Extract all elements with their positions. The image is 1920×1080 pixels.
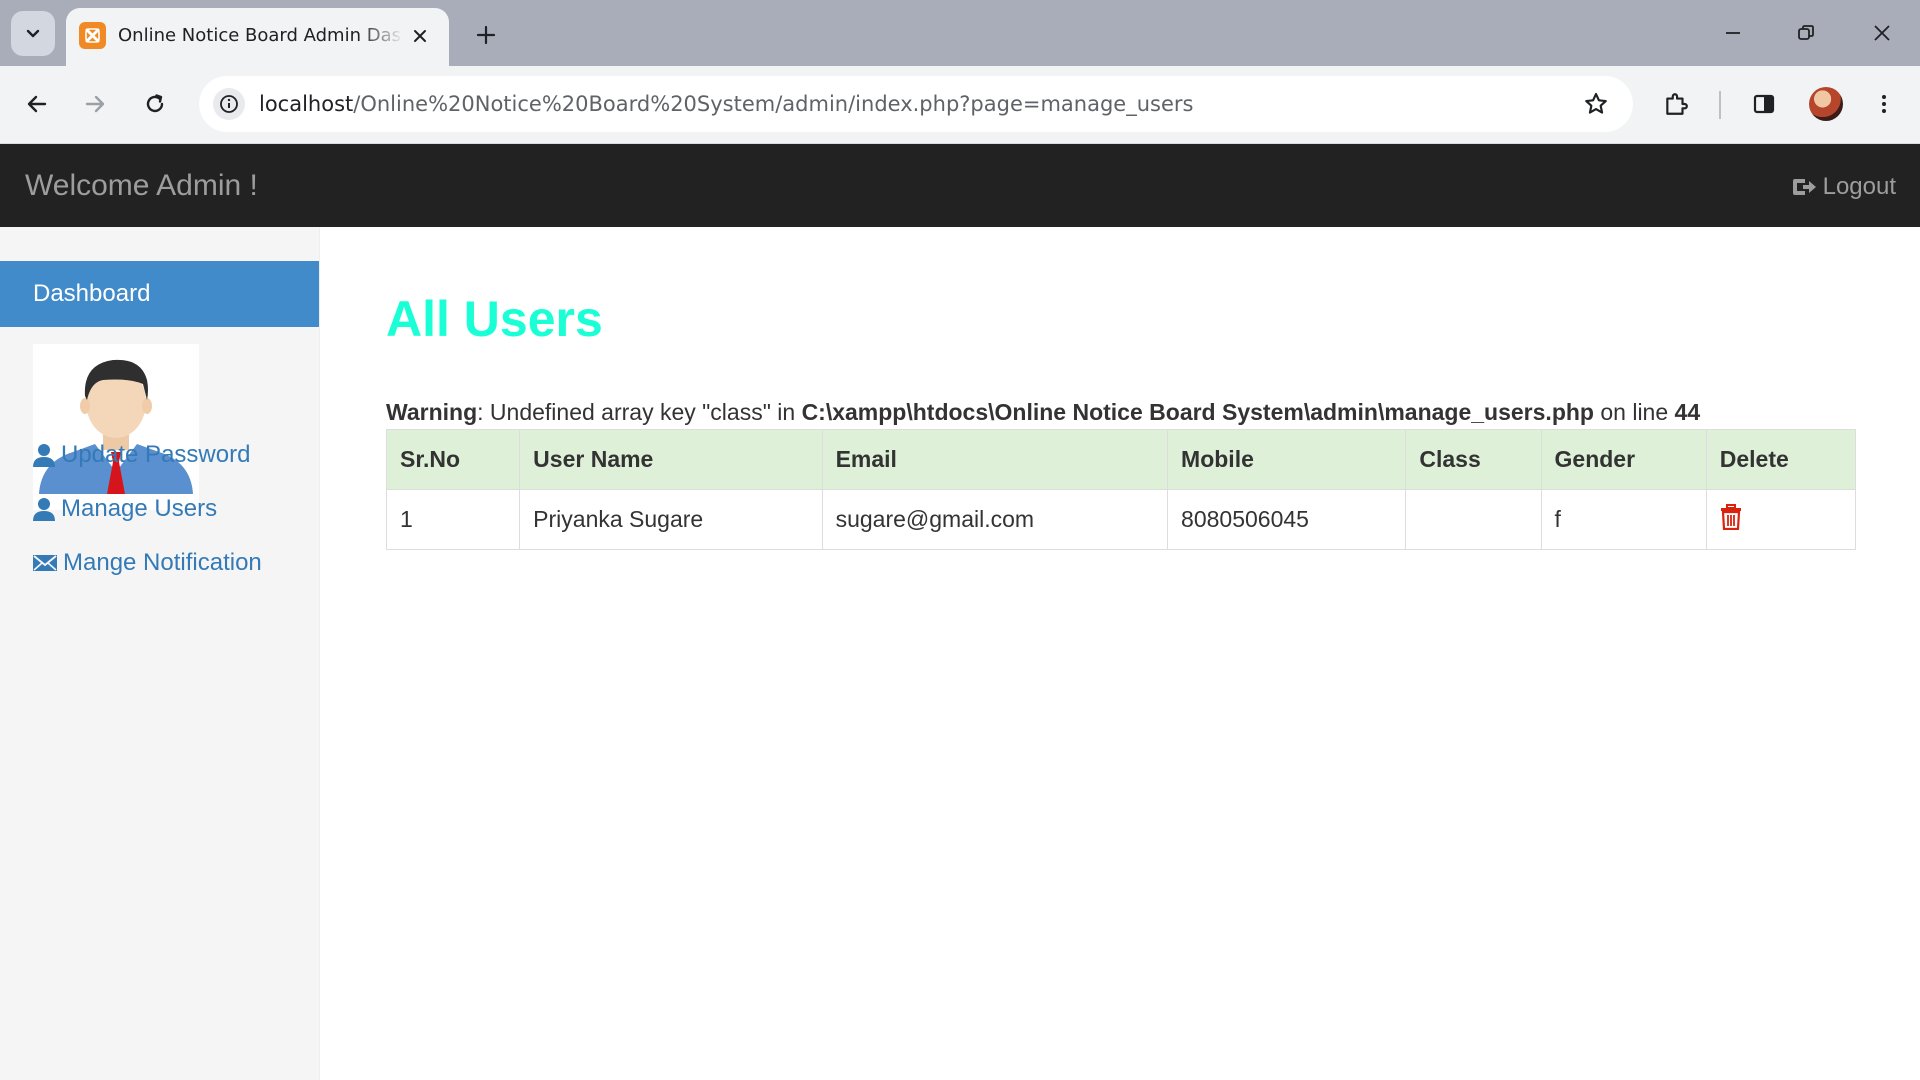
- cell-class: [1405, 489, 1542, 550]
- sidebar-item-manage-notification[interactable]: Mange Notification: [33, 548, 262, 578]
- xampp-favicon-icon: [79, 22, 106, 49]
- column-header: Class: [1405, 429, 1542, 490]
- forward-button[interactable]: [74, 83, 116, 125]
- column-header: User Name: [519, 429, 823, 490]
- url-host: localhost: [259, 92, 354, 116]
- cell-gender: f: [1540, 489, 1707, 550]
- reload-icon: [146, 94, 164, 113]
- cell-delete: [1705, 489, 1857, 550]
- close-window-button[interactable]: [1857, 10, 1907, 56]
- sidebar-item-label: Update Password: [61, 441, 251, 468]
- sidebar-item-manage-users[interactable]: Manage Users: [33, 494, 217, 524]
- back-button[interactable]: [16, 83, 58, 125]
- browser-menu-button[interactable]: [1863, 83, 1905, 125]
- restore-button[interactable]: [1781, 10, 1831, 56]
- minimize-button[interactable]: [1708, 10, 1758, 56]
- url-text[interactable]: localhost/Online%20Notice%20Board%20Syst…: [259, 90, 1193, 118]
- logout-icon: [1792, 179, 1816, 195]
- warning-prefix: Warning: [386, 399, 478, 425]
- logout-label: Logout: [1822, 173, 1896, 200]
- cell-email: sugare@gmail.com: [821, 489, 1169, 550]
- arrow-left-icon: [27, 95, 47, 113]
- new-tab-button[interactable]: [466, 15, 506, 55]
- site-info-icon[interactable]: [213, 88, 245, 120]
- warning-file-path: C:\xampp\htdocs\Online Notice Board Syst…: [801, 399, 1594, 425]
- side-panel-icon: [1753, 94, 1775, 114]
- close-tab-icon[interactable]: [407, 23, 433, 49]
- browser-toolbar: localhost/Online%20Notice%20Board%20Syst…: [0, 66, 1920, 144]
- cell-user-name: Priyanka Sugare: [519, 489, 823, 550]
- column-header: Gender: [1540, 429, 1707, 490]
- user-icon: [33, 444, 55, 467]
- side-panel-button[interactable]: [1743, 83, 1785, 125]
- profile-avatar[interactable]: [1809, 87, 1843, 121]
- arrow-right-icon: [85, 95, 105, 113]
- sidebar-item-label: Mange Notification: [63, 549, 262, 576]
- column-header: Delete: [1705, 429, 1857, 490]
- tab-title: Online Notice Board Admin Dashboard: [118, 25, 403, 46]
- more-vertical-icon: [1882, 95, 1886, 113]
- logout-link[interactable]: Logout: [1791, 172, 1896, 202]
- cell-mobile: 8080506045: [1167, 489, 1407, 550]
- restore-icon: [1798, 25, 1814, 40]
- admin-profile-image: [33, 344, 199, 510]
- address-bar[interactable]: localhost/Online%20Notice%20Board%20Syst…: [199, 76, 1633, 132]
- bookmark-star-icon[interactable]: [1581, 89, 1611, 119]
- app-navbar: Welcome Admin ! Logout: [0, 144, 1920, 227]
- warning-message: : Undefined array key "class" in: [477, 399, 802, 425]
- minimize-icon: [1726, 32, 1740, 34]
- extensions-button[interactable]: [1655, 83, 1697, 125]
- trash-icon[interactable]: [1720, 503, 1742, 530]
- browser-tab-strip: Online Notice Board Admin Dashboard: [0, 0, 1920, 66]
- table-row: 1 Priyanka Sugare sugare@gmail.com 80805…: [385, 489, 1857, 550]
- warning-line-number: 44: [1674, 399, 1701, 425]
- url-path: /Online%20Notice%20Board%20System/admin/…: [353, 92, 1194, 116]
- warning-on-line: on line: [1593, 399, 1675, 425]
- column-header: Mobile: [1167, 429, 1407, 490]
- page-title: All Users: [386, 291, 603, 347]
- chevron-down-icon: [26, 29, 40, 37]
- browser-tab[interactable]: Online Notice Board Admin Dashboard: [66, 8, 449, 66]
- navbar-brand[interactable]: Welcome Admin !: [25, 168, 258, 204]
- column-header: Email: [821, 429, 1169, 490]
- users-table: Sr.No User Name Email Mobile Class Gende…: [385, 429, 1857, 550]
- table-header-row: Sr.No User Name Email Mobile Class Gende…: [385, 429, 1857, 490]
- php-warning-message: Warning: Undefined array key "class" in …: [386, 397, 1700, 427]
- user-icon: [33, 498, 55, 521]
- sidebar-item-dashboard[interactable]: Dashboard: [0, 261, 319, 327]
- column-header: Sr.No: [385, 429, 521, 490]
- close-icon: [1874, 25, 1890, 41]
- plus-icon: [476, 25, 496, 45]
- cell-sr-no: 1: [385, 489, 521, 550]
- puzzle-icon: [1666, 93, 1688, 115]
- envelope-icon: [33, 555, 57, 571]
- sidebar-item-update-password[interactable]: Update Password: [33, 440, 250, 470]
- sidebar-item-label: Manage Users: [61, 495, 218, 522]
- sidebar: Dashboard Update Password Manage Users M…: [0, 227, 320, 1080]
- toolbar-separator: [1719, 91, 1721, 119]
- tab-search-button[interactable]: [11, 11, 55, 56]
- reload-button[interactable]: [134, 83, 176, 125]
